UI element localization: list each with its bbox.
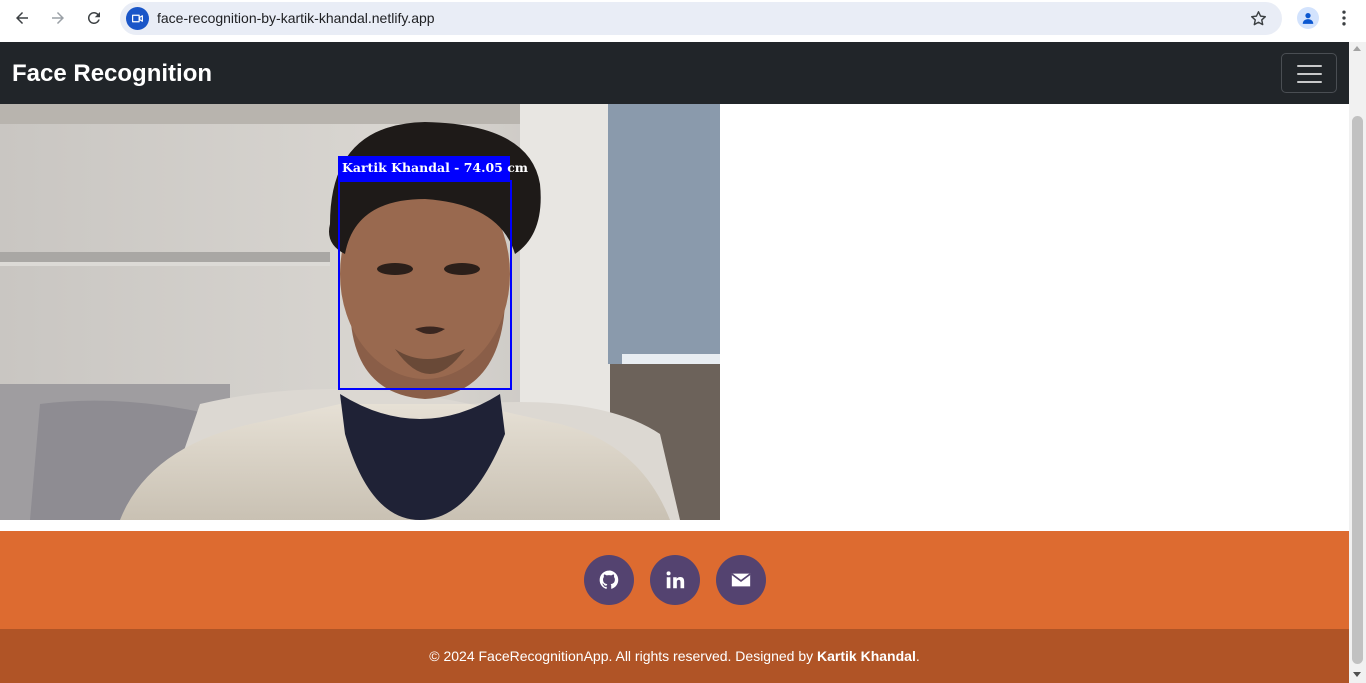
navbar: Face Recognition: [0, 42, 1349, 104]
user-icon: [1302, 13, 1314, 24]
profile-avatar[interactable]: [1297, 7, 1319, 29]
address-bar[interactable]: face-recognition-by-kartik-khandal.netli…: [120, 2, 1282, 35]
webcam-video-feed: Kartik Khandal - 74.05 cm: [0, 104, 720, 520]
site-info-icon[interactable]: [126, 7, 149, 30]
copyright-text: © 2024 FaceRecognitionApp. All rights re…: [429, 648, 818, 664]
scroll-down-arrow-icon[interactable]: [1353, 672, 1361, 677]
vertical-scrollbar[interactable]: [1349, 42, 1366, 683]
hamburger-icon-line: [1297, 73, 1322, 75]
hamburger-icon: [1297, 65, 1322, 67]
envelope-icon: [731, 573, 751, 587]
email-link-button[interactable]: [716, 555, 766, 605]
arrow-left-icon: [16, 12, 28, 24]
video-camera-icon: [132, 14, 143, 23]
forward-button[interactable]: [44, 6, 72, 30]
browser-menu-button[interactable]: [1334, 7, 1354, 29]
arrow-right-icon: [52, 12, 64, 24]
footer-social-section: [0, 531, 1349, 629]
back-button[interactable]: [8, 6, 36, 30]
navbar-toggler-button[interactable]: [1281, 53, 1337, 93]
page-viewport: Face Recognition Kartik Khandal - 74.05 …: [0, 42, 1349, 683]
more-vertical-icon: [1342, 10, 1346, 26]
github-link-button[interactable]: [584, 555, 634, 605]
reload-button[interactable]: [80, 6, 108, 30]
url-text: face-recognition-by-kartik-khandal.netli…: [157, 10, 435, 26]
github-icon: [599, 570, 619, 589]
navbar-brand[interactable]: Face Recognition: [12, 42, 212, 106]
linkedin-link-button[interactable]: [650, 555, 700, 605]
face-detection-label: Kartik Khandal - 74.05 cm: [338, 156, 528, 180]
copyright-bar: © 2024 FaceRecognitionApp. All rights re…: [0, 629, 1349, 683]
hamburger-icon-line: [1297, 81, 1322, 83]
face-bounding-box: [338, 180, 512, 390]
browser-toolbar: face-recognition-by-kartik-khandal.netli…: [0, 0, 1366, 42]
bookmark-star-icon[interactable]: [1249, 9, 1268, 28]
copyright-suffix: .: [915, 648, 920, 664]
reload-icon: [87, 11, 100, 24]
scroll-up-arrow-icon[interactable]: [1353, 46, 1361, 51]
linkedin-icon: [666, 571, 685, 589]
scrollbar-thumb[interactable]: [1352, 116, 1363, 664]
author-name: Kartik Khandal: [817, 648, 916, 664]
